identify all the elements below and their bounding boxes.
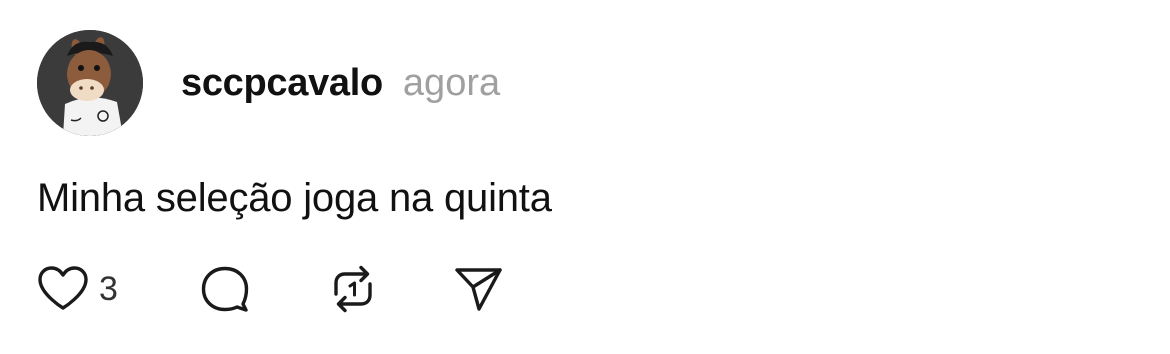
- like-button[interactable]: 3: [37, 264, 118, 314]
- post-header: sccpcavalo agora: [181, 62, 500, 112]
- post-text: Minha seleção joga na quinta: [37, 176, 552, 220]
- username[interactable]: sccpcavalo: [181, 62, 383, 105]
- like-count: 3: [99, 269, 118, 308]
- repost-button[interactable]: [327, 264, 379, 314]
- share-button[interactable]: [453, 264, 505, 314]
- heart-icon: [38, 266, 88, 310]
- repost-icon: [334, 265, 372, 313]
- send-icon: [455, 268, 502, 311]
- timestamp: agora: [402, 62, 501, 104]
- post-card: sccpcavalo agora Minha seleção joga na q…: [0, 0, 1170, 354]
- horse-mascot-icon: [37, 30, 143, 136]
- reply-button[interactable]: [199, 264, 251, 314]
- avatar[interactable]: [37, 30, 143, 136]
- comment-icon: [201, 266, 249, 312]
